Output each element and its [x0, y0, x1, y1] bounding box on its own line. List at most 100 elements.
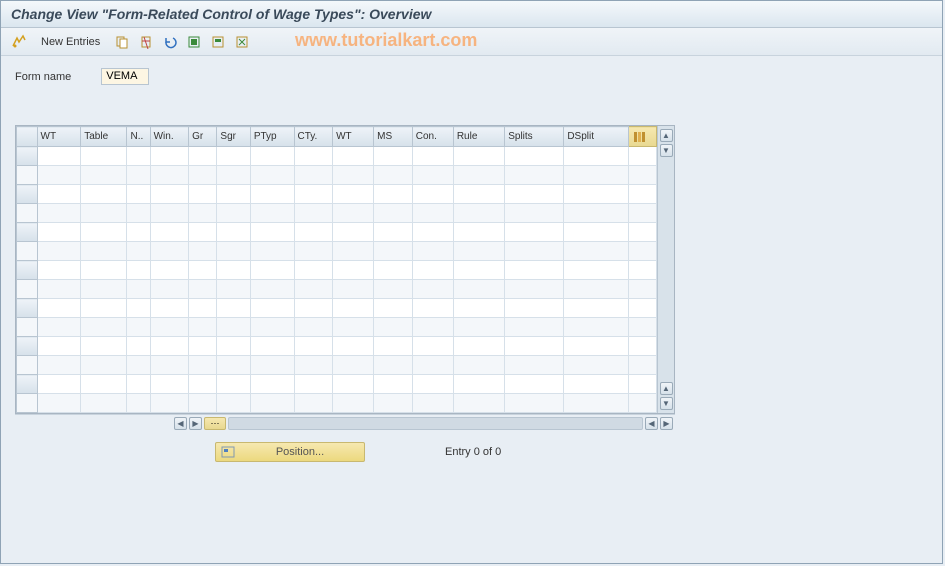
table-cell[interactable] [37, 261, 81, 280]
table-cell[interactable] [37, 204, 81, 223]
table-cell[interactable] [412, 166, 453, 185]
table-cell[interactable] [294, 185, 333, 204]
table-cell[interactable] [150, 394, 189, 413]
table-cell[interactable] [333, 223, 374, 242]
table-cell[interactable] [189, 318, 217, 337]
table-cell[interactable] [412, 280, 453, 299]
table-cell[interactable] [150, 166, 189, 185]
table-cell[interactable] [217, 204, 250, 223]
table-cell[interactable] [505, 223, 564, 242]
table-cell[interactable] [374, 280, 413, 299]
table-cell[interactable] [505, 299, 564, 318]
table-cell[interactable] [412, 375, 453, 394]
table-cell[interactable] [250, 299, 294, 318]
table-cell[interactable] [564, 318, 628, 337]
col-sgr[interactable]: Sgr [217, 127, 250, 147]
table-cell[interactable] [127, 242, 150, 261]
col-splits[interactable]: Splits [505, 127, 564, 147]
delete-icon[interactable] [136, 32, 156, 52]
table-cell[interactable] [189, 185, 217, 204]
table-cell[interactable] [294, 204, 333, 223]
row-selector[interactable] [17, 147, 38, 166]
table-cell[interactable] [453, 299, 504, 318]
table-cell[interactable] [564, 147, 628, 166]
row-selector[interactable] [17, 394, 38, 413]
table-cell[interactable] [505, 394, 564, 413]
table-cell[interactable] [374, 356, 413, 375]
table-cell[interactable] [217, 394, 250, 413]
table-cell[interactable] [127, 394, 150, 413]
hscroll-left-icon[interactable]: ◀ [174, 417, 187, 430]
toggle-icon[interactable] [9, 32, 29, 52]
table-cell[interactable] [333, 185, 374, 204]
table-cell[interactable] [81, 185, 127, 204]
table-cell[interactable] [81, 299, 127, 318]
table-cell[interactable] [150, 318, 189, 337]
table-cell[interactable] [374, 185, 413, 204]
table-cell[interactable] [217, 280, 250, 299]
table-cell[interactable] [628, 185, 656, 204]
table-cell[interactable] [564, 166, 628, 185]
table-cell[interactable] [217, 299, 250, 318]
table-cell[interactable] [374, 318, 413, 337]
col-win[interactable]: Win. [150, 127, 189, 147]
table-cell[interactable] [374, 166, 413, 185]
table-cell[interactable] [189, 394, 217, 413]
table-cell[interactable] [81, 280, 127, 299]
row-selector[interactable] [17, 242, 38, 261]
table-cell[interactable] [505, 242, 564, 261]
table-cell[interactable] [189, 166, 217, 185]
column-settings-icon[interactable] [628, 127, 656, 147]
table-cell[interactable] [374, 261, 413, 280]
table-cell[interactable] [150, 242, 189, 261]
table-cell[interactable] [150, 280, 189, 299]
table-cell[interactable] [412, 299, 453, 318]
table-cell[interactable] [37, 242, 81, 261]
col-n[interactable]: N.. [127, 127, 150, 147]
table-cell[interactable] [333, 147, 374, 166]
col-table[interactable]: Table [81, 127, 127, 147]
table-cell[interactable] [127, 166, 150, 185]
table-cell[interactable] [37, 318, 81, 337]
table-cell[interactable] [217, 223, 250, 242]
scroll-up-icon[interactable]: ▲ [660, 129, 673, 142]
table-cell[interactable] [217, 147, 250, 166]
table-cell[interactable] [217, 185, 250, 204]
table-cell[interactable] [294, 356, 333, 375]
table-cell[interactable] [250, 242, 294, 261]
table-cell[interactable] [628, 147, 656, 166]
table-cell[interactable] [189, 242, 217, 261]
table-cell[interactable] [564, 185, 628, 204]
table-cell[interactable] [217, 166, 250, 185]
table-cell[interactable] [374, 204, 413, 223]
table-cell[interactable] [189, 299, 217, 318]
col-ms[interactable]: MS [374, 127, 413, 147]
table-cell[interactable] [294, 261, 333, 280]
table-cell[interactable] [37, 394, 81, 413]
table-cell[interactable] [412, 337, 453, 356]
table-cell[interactable] [189, 147, 217, 166]
table-cell[interactable] [37, 299, 81, 318]
table-cell[interactable] [81, 242, 127, 261]
row-selector[interactable] [17, 375, 38, 394]
table-cell[interactable] [250, 166, 294, 185]
table-cell[interactable] [150, 261, 189, 280]
scroll-up2-icon[interactable]: ▲ [660, 382, 673, 395]
table-cell[interactable] [505, 280, 564, 299]
table-cell[interactable] [81, 204, 127, 223]
table-cell[interactable] [333, 394, 374, 413]
table-cell[interactable] [127, 318, 150, 337]
table-cell[interactable] [564, 204, 628, 223]
table-cell[interactable] [453, 204, 504, 223]
table-cell[interactable] [628, 280, 656, 299]
table-cell[interactable] [628, 394, 656, 413]
table-cell[interactable] [250, 204, 294, 223]
table-cell[interactable] [505, 318, 564, 337]
table-cell[interactable] [505, 166, 564, 185]
col-wt2[interactable]: WT [333, 127, 374, 147]
table-cell[interactable] [505, 185, 564, 204]
table-cell[interactable] [453, 394, 504, 413]
table-cell[interactable] [81, 223, 127, 242]
table-cell[interactable] [453, 280, 504, 299]
table-cell[interactable] [564, 375, 628, 394]
